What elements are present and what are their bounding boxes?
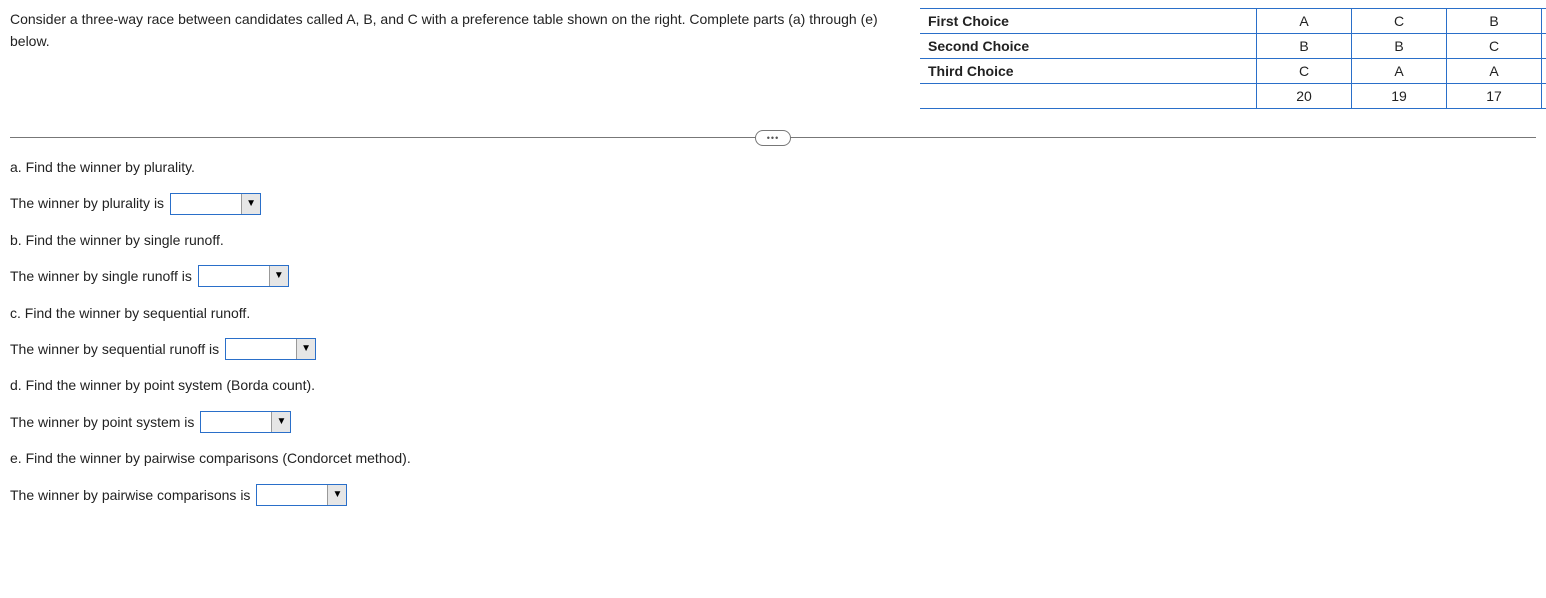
- table-cell: 19: [1352, 84, 1447, 109]
- part-d-dropdown[interactable]: ▼: [200, 411, 291, 433]
- question-prompt: Consider a three-way race between candid…: [10, 8, 890, 53]
- table-row: 20 19 17 7: [920, 84, 1546, 109]
- chevron-down-icon: ▼: [327, 485, 346, 505]
- table-row: Third Choice C A A B: [920, 59, 1546, 84]
- table-cell: A: [1257, 9, 1352, 34]
- part-b-dropdown[interactable]: ▼: [198, 265, 289, 287]
- table-cell: C: [1542, 9, 1546, 34]
- part-e-answer-prefix: The winner by pairwise comparisons is: [10, 484, 250, 506]
- part-d-prompt: d. Find the winner by point system (Bord…: [10, 374, 1536, 396]
- part-e-prompt: e. Find the winner by pairwise compariso…: [10, 447, 1536, 469]
- table-cell: B: [1352, 34, 1447, 59]
- table-row: First Choice A C B C: [920, 9, 1546, 34]
- part-a-dropdown[interactable]: ▼: [170, 193, 261, 215]
- part-c-dropdown[interactable]: ▼: [225, 338, 316, 360]
- table-cell: C: [1257, 59, 1352, 84]
- preference-table: First Choice A C B C Second Choice B B C…: [920, 8, 1546, 109]
- part-a-prompt: a. Find the winner by plurality.: [10, 156, 1536, 178]
- table-cell: C: [1447, 34, 1542, 59]
- table-cell: 20: [1257, 84, 1352, 109]
- chevron-down-icon: ▼: [296, 339, 315, 359]
- row-label: Second Choice: [920, 34, 1257, 59]
- table-cell: A: [1447, 59, 1542, 84]
- part-a-answer-prefix: The winner by plurality is: [10, 192, 164, 214]
- table-cell: 17: [1447, 84, 1542, 109]
- row-label: Third Choice: [920, 59, 1257, 84]
- chevron-down-icon: ▼: [241, 194, 260, 214]
- part-c-answer-prefix: The winner by sequential runoff is: [10, 338, 219, 360]
- row-label: First Choice: [920, 9, 1257, 34]
- table-row: Second Choice B B C A: [920, 34, 1546, 59]
- expand-toggle-button[interactable]: •••: [755, 130, 791, 146]
- chevron-down-icon: ▼: [271, 412, 290, 432]
- table-cell: B: [1542, 59, 1546, 84]
- part-c-prompt: c. Find the winner by sequential runoff.: [10, 302, 1536, 324]
- chevron-down-icon: ▼: [269, 266, 288, 286]
- part-e-dropdown[interactable]: ▼: [256, 484, 347, 506]
- table-cell: A: [1542, 34, 1546, 59]
- table-cell: C: [1352, 9, 1447, 34]
- part-d-answer-prefix: The winner by point system is: [10, 411, 194, 433]
- part-b-answer-prefix: The winner by single runoff is: [10, 265, 192, 287]
- table-cell: A: [1352, 59, 1447, 84]
- table-cell: B: [1257, 34, 1352, 59]
- table-cell: 7: [1542, 84, 1546, 109]
- row-label: [920, 84, 1257, 109]
- table-cell: B: [1447, 9, 1542, 34]
- part-b-prompt: b. Find the winner by single runoff.: [10, 229, 1536, 251]
